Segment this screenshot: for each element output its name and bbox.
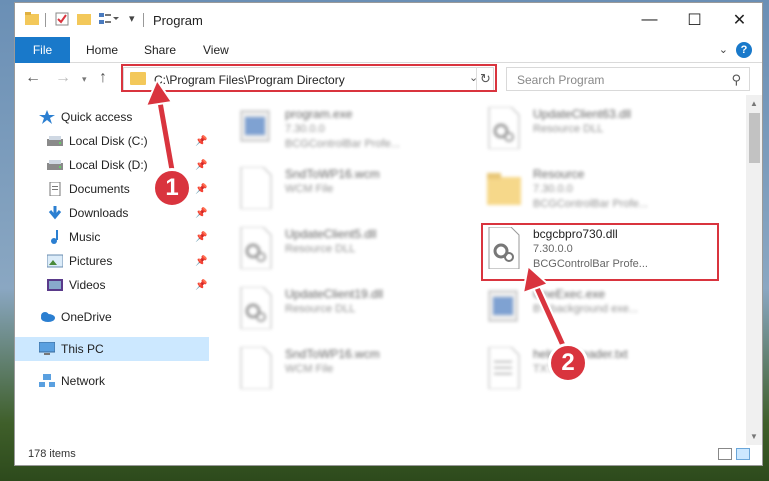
annotation-badge-2: 2	[548, 343, 588, 383]
annotation-arrows	[144, 77, 571, 354]
arrow-one	[144, 77, 177, 171]
annotation-badge-1: 1	[152, 168, 192, 208]
arrow-two	[521, 264, 571, 354]
